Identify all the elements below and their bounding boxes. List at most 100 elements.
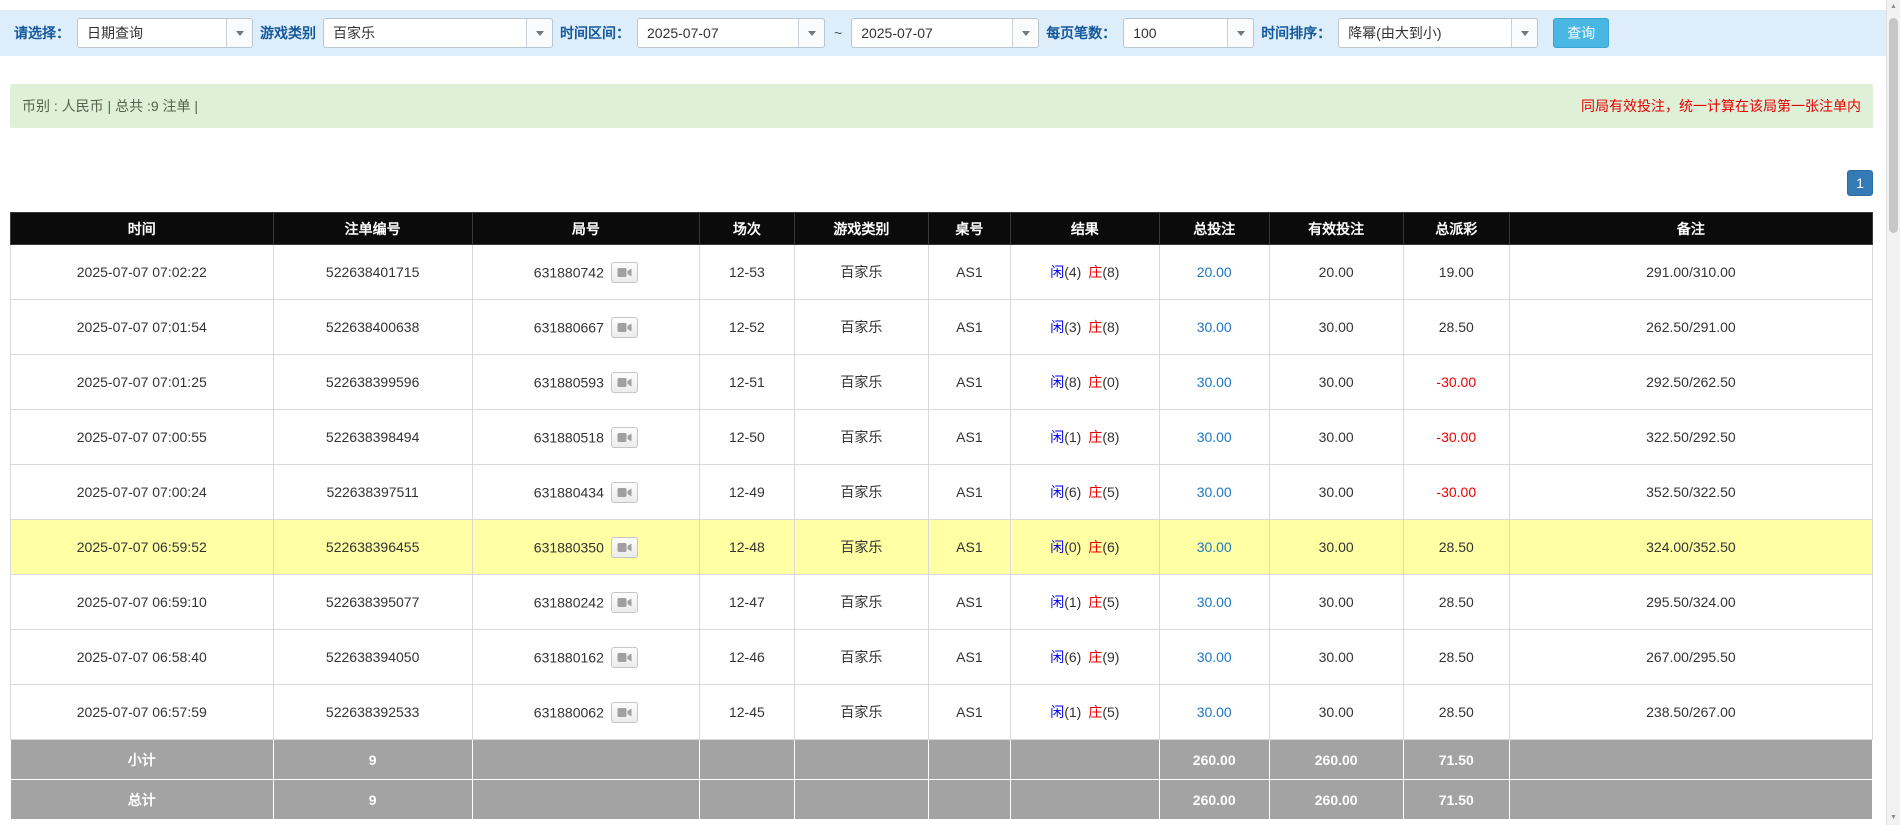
round-number: 631880518 [533, 429, 604, 445]
chevron-down-icon [226, 19, 252, 47]
total-bet-link[interactable]: 30.00 [1197, 319, 1232, 335]
subtotal-label: 小计 [10, 739, 274, 780]
game-type-select[interactable]: 百家乐 [323, 18, 553, 48]
date-to-select[interactable]: 2025-07-07 [851, 18, 1040, 48]
round-number: 631880742 [533, 264, 604, 280]
cell-time: 2025-07-07 07:00:24 [10, 464, 274, 520]
time-sort-select[interactable]: 降幂(由大到小) [1338, 18, 1539, 48]
result-banker: 庄 [1088, 594, 1103, 610]
cell-valid-bet: 30.00 [1268, 574, 1404, 630]
cell-game-type: 百家乐 [793, 244, 929, 300]
cell-result: 闲(4) 庄(8) [1009, 244, 1160, 300]
cell-game-type: 百家乐 [793, 629, 929, 685]
scrollbar-thumb[interactable] [1889, 18, 1898, 233]
result-player: 闲 [1050, 539, 1065, 555]
game-type-value: 百家乐 [333, 25, 375, 41]
replay-video-button[interactable] [610, 371, 638, 393]
cell-remark: 291.00/310.00 [1508, 244, 1874, 300]
table-row: 2025-07-07 07:00:55 522638398494 6318805… [10, 409, 1874, 465]
cell-game-type: 百家乐 [793, 574, 929, 630]
total-bet-link[interactable]: 30.00 [1197, 429, 1232, 445]
cell-game-type: 百家乐 [793, 354, 929, 410]
replay-video-button[interactable] [610, 316, 638, 338]
replay-video-button[interactable] [610, 481, 638, 503]
result-banker: 庄 [1088, 484, 1103, 500]
records-body: 2025-07-07 07:02:22 522638401715 6318807… [10, 244, 1874, 740]
chevron-down-icon [798, 19, 824, 47]
col-round: 局号 [471, 212, 700, 245]
cell-session: 12-46 [698, 629, 795, 685]
cell-table-no: AS1 [927, 464, 1011, 520]
total-bet-link[interactable]: 30.00 [1197, 704, 1232, 720]
total-bet-link[interactable]: 30.00 [1197, 649, 1232, 665]
result-player-score: (1) [1064, 429, 1082, 445]
total-bet-link[interactable]: 30.00 [1197, 594, 1232, 610]
cell-payout: 19.00 [1402, 244, 1510, 300]
col-remark: 备注 [1508, 212, 1874, 245]
replay-video-button[interactable] [610, 701, 638, 723]
cell-remark: 292.50/262.50 [1508, 354, 1874, 410]
per-page-label: 每页笔数： [1046, 25, 1117, 41]
result-banker: 庄 [1088, 319, 1103, 335]
cell-payout: 28.50 [1402, 299, 1510, 355]
range-separator: ~ [834, 25, 843, 41]
cell-remark: 352.50/322.50 [1508, 464, 1874, 520]
page-1-button[interactable]: 1 [1847, 170, 1873, 196]
total-bet-link[interactable]: 30.00 [1197, 484, 1232, 500]
cell-payout: -30.00 [1402, 354, 1510, 410]
total-total-bet: 260.00 [1158, 779, 1270, 820]
video-camera-icon [617, 377, 632, 387]
query-button[interactable]: 查询 [1553, 18, 1610, 48]
scroll-up-icon[interactable]: ▲ [1887, 0, 1900, 14]
summary-currency-count: 币别 : 人民币 | 总共 :9 注单 | [22, 98, 199, 114]
result-player: 闲 [1050, 484, 1065, 500]
cell-table-no: AS1 [927, 684, 1011, 740]
cell-session: 12-53 [698, 244, 795, 300]
cell-game-type: 百家乐 [793, 299, 929, 355]
date-from-select[interactable]: 2025-07-07 [637, 18, 825, 48]
result-player: 闲 [1050, 319, 1065, 335]
date-to-value: 2025-07-07 [861, 25, 933, 41]
scroll-down-icon[interactable]: ▼ [1887, 811, 1900, 825]
per-page-select[interactable]: 100 [1123, 18, 1255, 48]
result-player: 闲 [1050, 374, 1065, 390]
cell-remark: 267.00/295.50 [1508, 629, 1874, 685]
cell-table-no: AS1 [927, 244, 1011, 300]
replay-video-button[interactable] [610, 536, 638, 558]
subtotal-count: 9 [272, 739, 473, 780]
subtotal-payout: 71.50 [1402, 739, 1510, 780]
replay-video-button[interactable] [610, 426, 638, 448]
table-row: 2025-07-07 07:00:24 522638397511 6318804… [10, 464, 1874, 520]
total-bet-link[interactable]: 30.00 [1197, 374, 1232, 390]
replay-video-button[interactable] [610, 261, 638, 283]
query-type-select[interactable]: 日期查询 [77, 18, 253, 48]
cell-table-no: AS1 [927, 409, 1011, 465]
cell-session: 12-48 [698, 519, 795, 575]
total-bet-link[interactable]: 20.00 [1197, 264, 1232, 280]
vertical-scrollbar[interactable]: ▲ ▼ [1886, 0, 1900, 825]
cell-bet-id: 522638400638 [272, 299, 473, 355]
table-row: 2025-07-07 07:01:25 522638399596 6318805… [10, 354, 1874, 410]
table-row: 2025-07-07 06:57:59 522638392533 6318800… [10, 684, 1874, 740]
cell-payout: 28.50 [1402, 519, 1510, 575]
summary-notice: 同局有效投注，统一计算在该局第一张注单内 [1581, 98, 1861, 114]
result-player-score: (1) [1064, 704, 1082, 720]
cell-session: 12-50 [698, 409, 795, 465]
col-session: 场次 [698, 212, 795, 245]
replay-video-button[interactable] [610, 646, 638, 668]
replay-video-button[interactable] [610, 591, 638, 613]
total-bet-link[interactable]: 30.00 [1197, 539, 1232, 555]
cell-bet-id: 522638401715 [272, 244, 473, 300]
col-result: 结果 [1009, 212, 1160, 245]
cell-time: 2025-07-07 06:58:40 [10, 629, 274, 685]
round-number: 631880062 [533, 704, 604, 720]
video-camera-icon [617, 597, 632, 607]
result-player-score: (6) [1064, 649, 1082, 665]
cell-bet-id: 522638392533 [272, 684, 473, 740]
cell-table-no: AS1 [927, 574, 1011, 630]
result-banker: 庄 [1088, 429, 1103, 445]
table-row: 2025-07-07 06:58:40 522638394050 6318801… [10, 629, 1874, 685]
cell-payout: -30.00 [1402, 409, 1510, 465]
result-player-score: (0) [1064, 539, 1082, 555]
table-row: 2025-07-07 06:59:52 522638396455 6318803… [10, 519, 1874, 575]
